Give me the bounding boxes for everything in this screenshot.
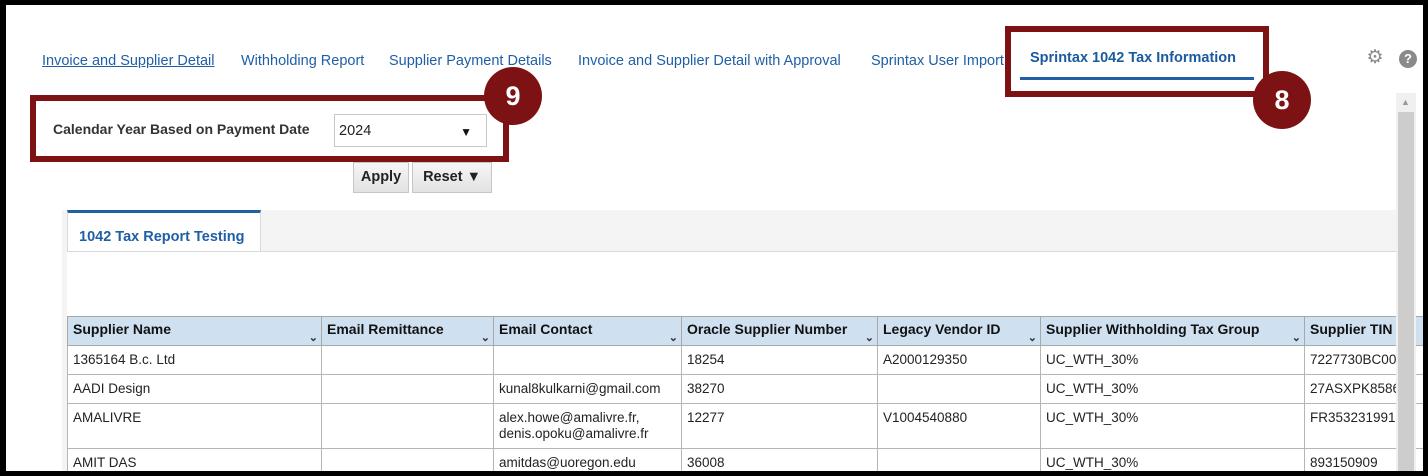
email-contact-line: alex.howe@amalivre.fr, [499,410,640,425]
cell-email-contact: kunal8kulkarni@gmail.com [493,374,682,404]
tab-invoice-supplier-detail-approval[interactable]: Invoice and Supplier Detail with Approva… [578,53,841,69]
column-header-oracle-supplier-number[interactable]: Oracle Supplier Number ⌄ [681,316,878,346]
cell-legacy-vendor-id: V1004540880 [877,403,1041,449]
cell-oracle-supplier-number: 12277 [681,403,878,449]
reset-button[interactable]: Reset ▼ [412,162,492,193]
cell-supplier-name: AMIT DAS [67,448,322,471]
tab-withholding-report[interactable]: Withholding Report [241,53,364,69]
cell-legacy-vendor-id: A2000129350 [877,345,1041,375]
report-table: Supplier Name ⌄ Email Remittance ⌄ Email C… [67,316,1423,471]
cell-oracle-supplier-number: 18254 [681,345,878,375]
email-contact-line: denis.opoku@amalivre.fr [499,426,649,441]
sort-chevron-icon[interactable]: ⌄ [309,331,318,344]
callout-badge-8: 8 [1253,71,1311,129]
cell-email-remittance [321,403,494,449]
scroll-up-arrow-icon[interactable]: ▲ [1401,97,1410,107]
gear-icon[interactable]: ⚙ [1365,48,1385,68]
cell-legacy-vendor-id [877,448,1041,471]
dropdown-arrow-icon: ▼ [460,125,472,139]
calendar-year-label: Calendar Year Based on Payment Date [53,121,310,137]
vertical-scrollbar[interactable]: ▲ [1396,93,1416,471]
tab-sprintax-1042-tax-information[interactable]: Sprintax 1042 Tax Information [1030,50,1236,66]
report-panel: 1042 Tax Report Testing Supplier Name ⌄ E… [62,210,1423,471]
column-header-supplier-name[interactable]: Supplier Name ⌄ [67,316,322,346]
sort-chevron-icon[interactable]: ⌄ [1028,331,1037,344]
sort-chevron-icon[interactable]: ⌄ [1292,331,1301,344]
column-header-email-contact[interactable]: Email Contact ⌄ [493,316,682,346]
report-content: Supplier Name ⌄ Email Remittance ⌄ Email C… [67,251,1423,471]
calendar-year-select[interactable]: 2024 ▼ [334,114,487,147]
sort-chevron-icon[interactable]: ⌄ [669,331,678,344]
apply-button[interactable]: Apply [353,162,409,193]
report-tabs: Invoice and Supplier Detail Withholding … [6,5,1423,85]
tab-1042-tax-report-testing[interactable]: 1042 Tax Report Testing [67,210,261,252]
tab-sprintax-user-import[interactable]: Sprintax User Import [871,53,1005,69]
tab-invoice-supplier-detail[interactable]: Invoice and Supplier Detail [42,53,215,69]
report-tab-label: 1042 Tax Report Testing [79,229,245,245]
cell-email-remittance [321,345,494,375]
cell-supplier-name: AADI Design [67,374,322,404]
cell-supplier-name: 1365164 B.c. Ltd [67,345,322,375]
table-row: AMALIVRE alex.howe@amalivre.fr, denis.opo… [67,403,1423,449]
cell-email-remittance [321,448,494,471]
table-row: AADI Design kunal8kulkarni@gmail.com 382… [67,374,1423,404]
cell-email-remittance [321,374,494,404]
cell-email-contact: alex.howe@amalivre.fr, denis.opoku@amaliv… [493,403,682,449]
cell-supplier-name: AMALIVRE [67,403,322,449]
cell-tax-group: UC_WTH_30% [1040,345,1305,375]
cell-oracle-supplier-number: 38270 [681,374,878,404]
cell-legacy-vendor-id [877,374,1041,404]
cell-email-contact [493,345,682,375]
sort-chevron-icon[interactable]: ⌄ [865,331,874,344]
help-icon[interactable]: ? [1399,50,1417,68]
cell-oracle-supplier-number: 36008 [681,448,878,471]
callout-badge-9: 9 [484,67,542,125]
table-row: 1365164 B.c. Ltd 18254 A2000129350 UC_WT… [67,345,1423,375]
active-tab-indicator [1020,77,1254,80]
calendar-year-value: 2024 [339,123,372,139]
app-frame: Invoice and Supplier Detail Withholding … [6,5,1423,471]
cell-email-contact: amitdas@uoregon.edu [493,448,682,471]
table-header-row: Supplier Name ⌄ Email Remittance ⌄ Email C… [67,316,1423,346]
cell-tax-group: UC_WTH_30% [1040,374,1305,404]
tab-supplier-payment-details[interactable]: Supplier Payment Details [389,53,552,69]
column-header-email-remittance[interactable]: Email Remittance ⌄ [321,316,494,346]
cell-tax-group: UC_WTH_30% [1040,403,1305,449]
table-row: AMIT DAS amitdas@uoregon.edu 36008 UC_WT… [67,448,1423,471]
column-header-withholding-tax-group[interactable]: Supplier Withholding Tax Group ⌄ [1040,316,1305,346]
sort-chevron-icon[interactable]: ⌄ [481,331,490,344]
scrollbar-thumb[interactable] [1398,112,1414,471]
cell-tax-group: UC_WTH_30% [1040,448,1305,471]
column-header-legacy-vendor-id[interactable]: Legacy Vendor ID ⌄ [877,316,1041,346]
